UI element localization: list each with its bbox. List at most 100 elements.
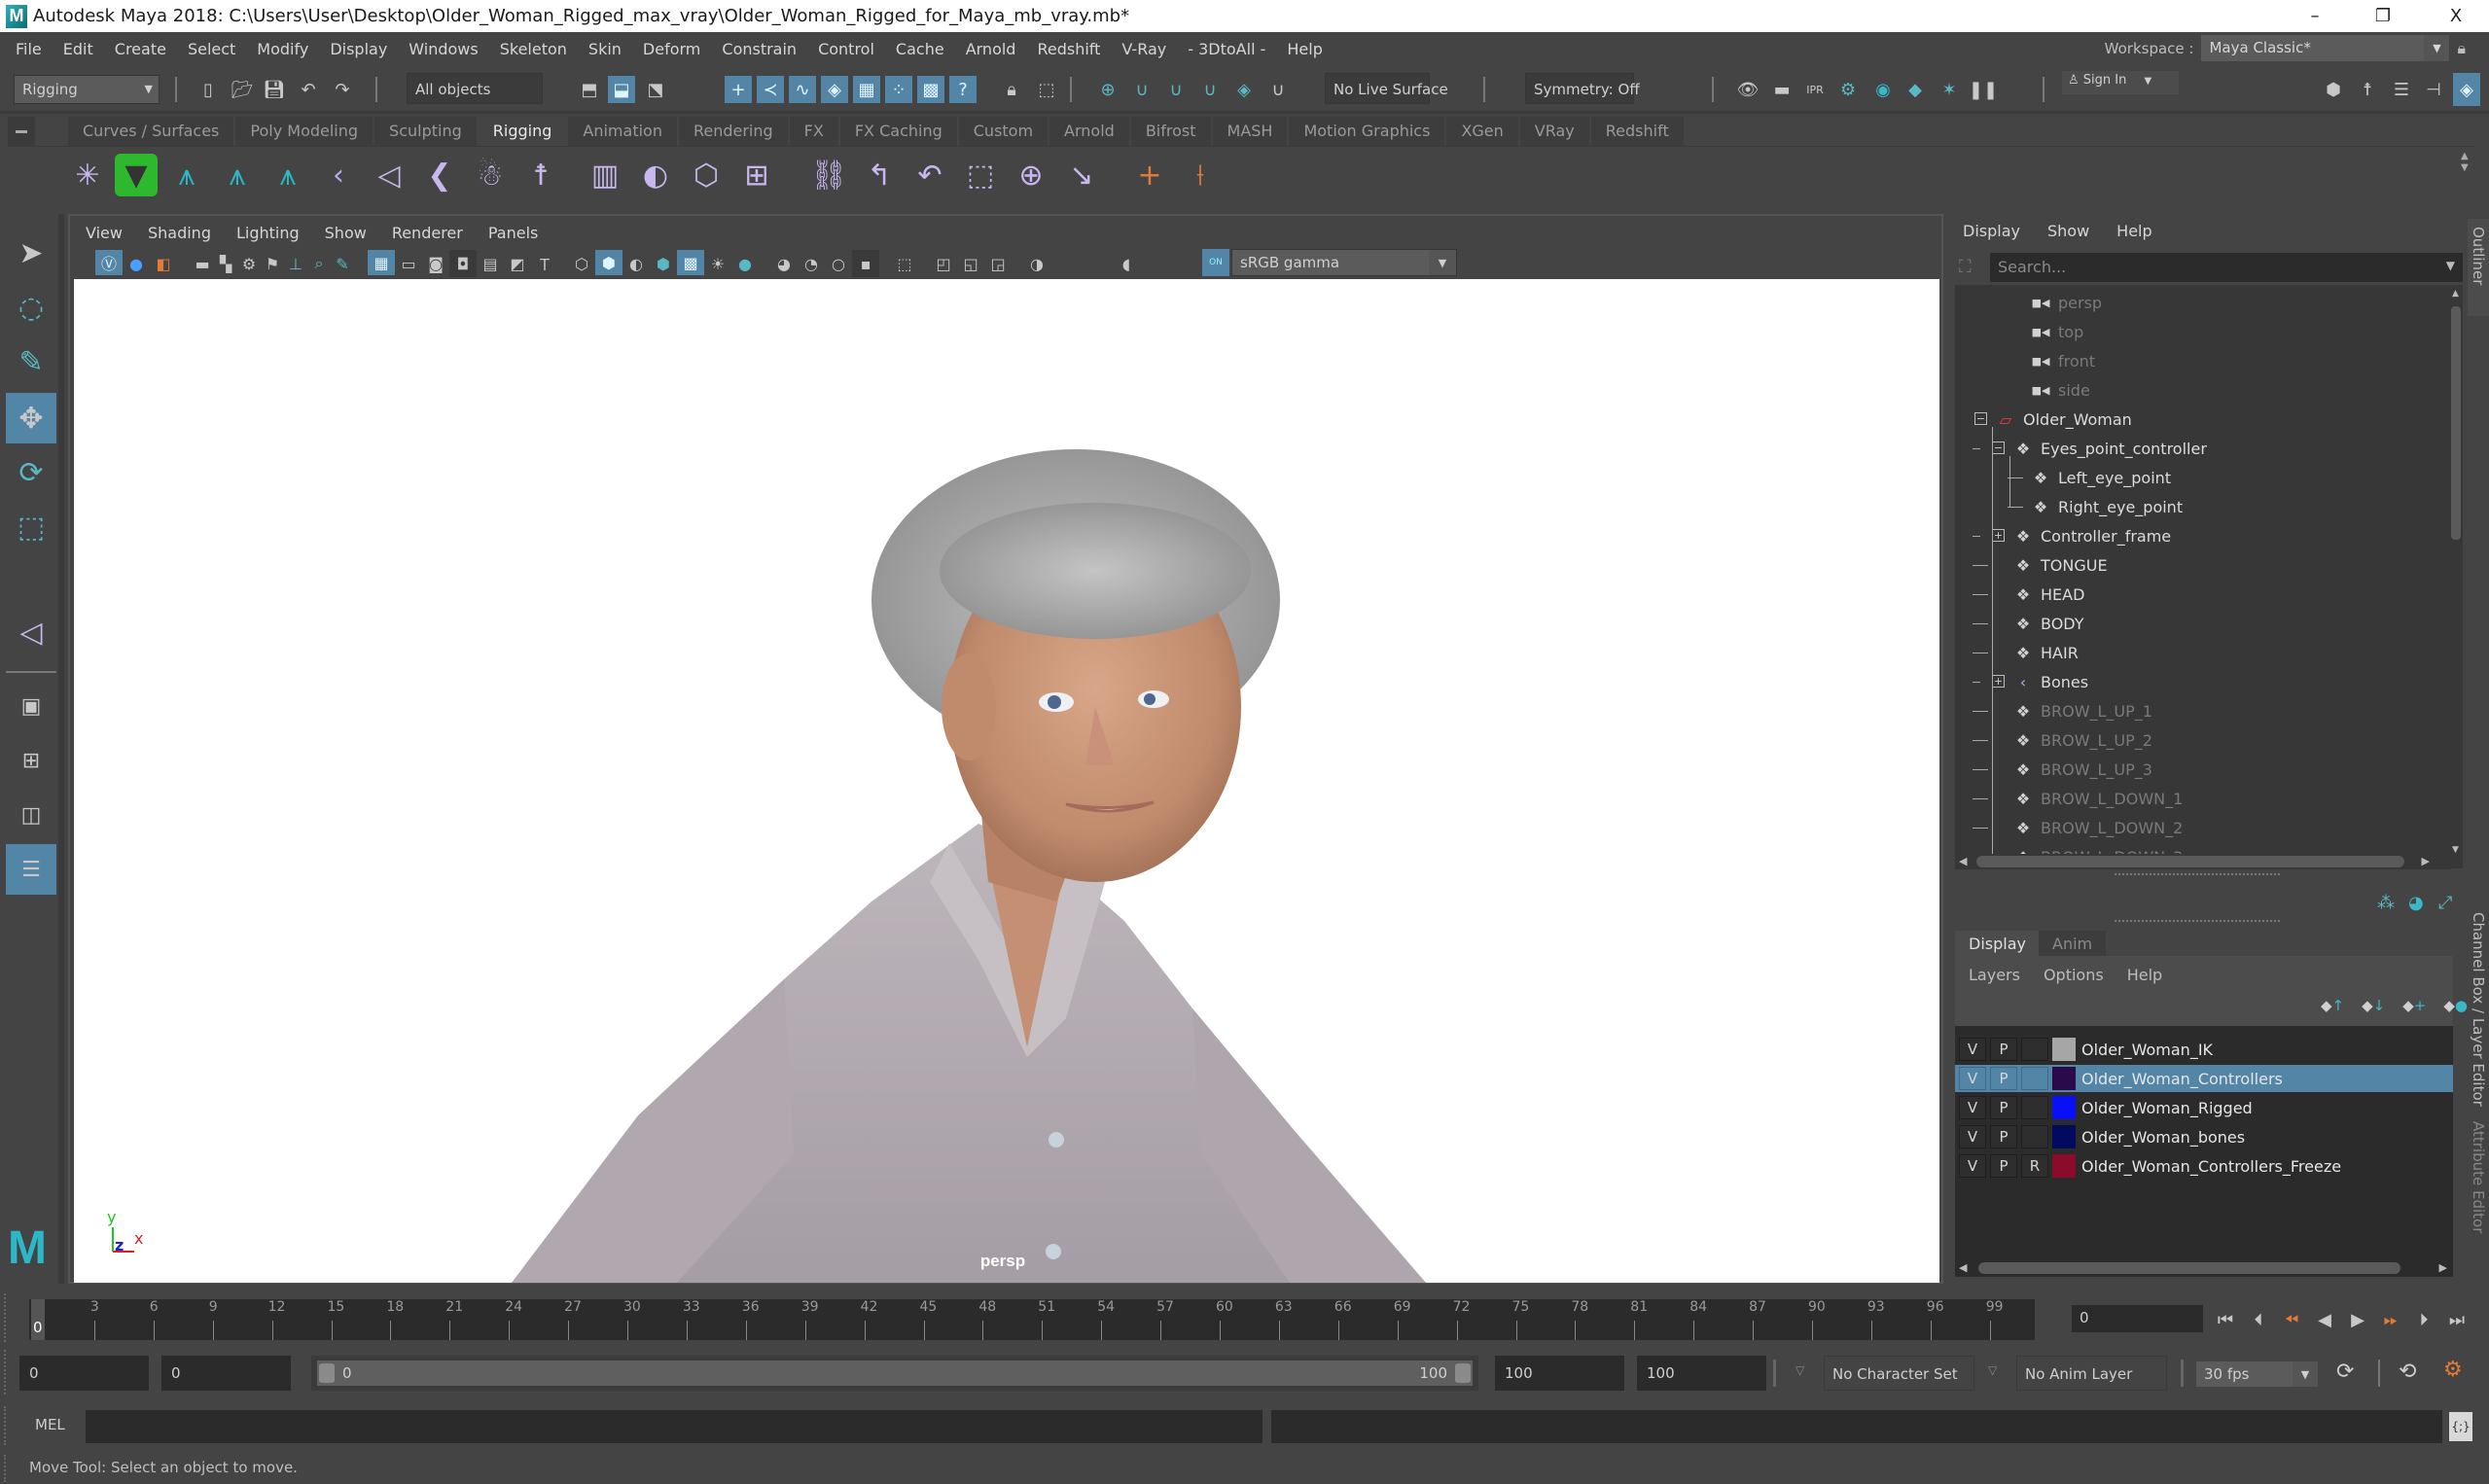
scroll-up-icon[interactable]: ▲ <box>2452 289 2459 299</box>
range-end-handle[interactable] <box>1455 1363 1471 1383</box>
viewport-menu-renderer[interactable]: Renderer <box>392 224 463 242</box>
scroll-right-icon[interactable]: ▶ <box>2439 1261 2447 1274</box>
rotate-tool-icon[interactable]: ⟳ <box>6 447 56 498</box>
shelf-tab-xgen[interactable]: XGen <box>1446 117 1520 146</box>
locator-icon[interactable]: ✳ <box>66 154 109 196</box>
layer-visibility-toggle[interactable]: V <box>1959 1067 1986 1090</box>
outliner-item[interactable]: ❖ HEAD <box>2011 581 2085 608</box>
layer-visibility-toggle[interactable]: V <box>1959 1096 1986 1119</box>
outliner-item[interactable]: ■◀ top <box>2029 318 2084 345</box>
default-material-icon[interactable]: ◐ <box>622 250 650 277</box>
shelf-tab-motion-graphics[interactable]: Motion Graphics <box>1289 117 1447 146</box>
sphere-icon[interactable]: ● <box>123 250 150 277</box>
mask-surfaces-icon[interactable]: ◈ <box>821 76 848 103</box>
shadows-icon[interactable]: ● <box>731 250 759 277</box>
menu-help[interactable]: Help <box>1287 40 1322 58</box>
layer-tab-anim[interactable]: Anim <box>2039 931 2107 956</box>
mask-rendering-icon[interactable]: ▩ <box>917 76 944 103</box>
outliner-item[interactable]: ❖ BROW_L_DOWN_2 <box>2011 814 2183 841</box>
auto-key-icon[interactable]: ⟲ <box>2399 1360 2416 1384</box>
layer-hscrollbar[interactable]: ◀ ▶ <box>1955 1259 2453 1277</box>
snap-to-view-plane-icon[interactable]: ∪ <box>1196 76 1224 103</box>
chevron-down-icon[interactable]: ▽ <box>1796 1363 1804 1377</box>
chevron-down-icon[interactable]: ▼ <box>2446 259 2455 272</box>
menu-windows[interactable]: Windows <box>409 40 478 58</box>
anti-aliasing-icon[interactable]: ○ <box>825 250 852 277</box>
layer-playback-toggle[interactable]: P <box>1990 1067 2017 1090</box>
shelf-tab-rigging[interactable]: Rigging <box>478 117 569 146</box>
timeline-grip[interactable] <box>4 1293 8 1342</box>
mask-deformations-icon[interactable]: ▦ <box>853 76 880 103</box>
paint-weights-icon[interactable]: ◐ <box>634 154 677 196</box>
orange-constraint-icon[interactable]: ⟊ <box>1179 154 1222 196</box>
layer-row[interactable]: V P R Older_Woman_Controllers_Freeze <box>1955 1152 2453 1180</box>
scroll-left-icon[interactable]: ◀ <box>1959 1261 1967 1274</box>
playback-end-field[interactable]: 100 <box>1495 1356 1624 1391</box>
scale-tool-icon[interactable]: ⬚ <box>6 502 56 552</box>
layer-playback-toggle[interactable]: P <box>1990 1154 2017 1178</box>
command-line-grip[interactable] <box>4 1406 8 1445</box>
shelf-tab-poly-modeling[interactable]: Poly Modeling <box>235 117 375 146</box>
hypershade-icon[interactable]: ◉ <box>1869 76 1897 103</box>
outliner-item[interactable]: ■◀ side <box>2029 376 2090 404</box>
pole-vector-constraint-icon[interactable]: ↘ <box>1060 154 1103 196</box>
menu-redshift[interactable]: Redshift <box>1037 40 1100 58</box>
expand-icon[interactable]: + <box>1992 675 2005 688</box>
shelf-tab-vray[interactable]: VRay <box>1519 117 1591 146</box>
outliner-item[interactable]: ❖ TONGUE <box>2011 551 2108 579</box>
command-language-label[interactable]: MEL <box>35 1416 65 1433</box>
lattice-icon[interactable]: ⬡ <box>685 154 728 196</box>
layer-hscroll-thumb[interactable] <box>1978 1262 2400 1274</box>
menu-cache[interactable]: Cache <box>896 40 944 58</box>
shelf-tab-mash[interactable]: MASH <box>1212 117 1290 146</box>
outliner-menu-help[interactable]: Help <box>2116 222 2151 240</box>
ik-handle-icon[interactable]: ◁ <box>368 154 410 196</box>
panel-resize-handle[interactable] <box>2115 920 2280 922</box>
layer-row[interactable]: V P Older_Woman_Controllers <box>1955 1065 2453 1092</box>
use-all-lights-icon[interactable]: ☀ <box>704 250 731 277</box>
shelf-mash-icon[interactable]: ⩚ <box>165 154 208 196</box>
character-controls-icon[interactable]: ☨ <box>2354 76 2381 103</box>
anim-preferences-icon[interactable]: ⚙ <box>2443 1358 2463 1382</box>
mask-joints-icon[interactable]: ≺ <box>757 76 784 103</box>
outliner-item[interactable]: ❖ Eyes_point_controller <box>2011 435 2207 462</box>
highlight-selection-icon[interactable]: ⬚ <box>1033 76 1060 103</box>
smooth-shade-icon[interactable]: ⬢ <box>595 250 622 275</box>
loop-icon[interactable]: ⟳ <box>2336 1360 2354 1384</box>
viewport-menu-shading[interactable]: Shading <box>148 224 211 242</box>
menu-deform[interactable]: Deform <box>643 40 700 58</box>
viewport-menu-panels[interactable]: Panels <box>488 224 539 242</box>
speed-icon[interactable]: ◕ <box>2408 893 2424 913</box>
depth-of-field-icon[interactable]: ▪ <box>852 250 879 277</box>
shelf-tab-curves-surfaces[interactable]: Curves / Surfaces <box>68 117 236 146</box>
live-surface-field[interactable]: No Live Surface <box>1325 73 1448 104</box>
outliner-filter-icon[interactable]: ⛶ <box>1959 257 1972 277</box>
hyper-icon[interactable]: ⤢ <box>2438 893 2452 913</box>
mask-curves-icon[interactable]: ∿ <box>789 76 816 103</box>
shelf-menu-icon[interactable] <box>16 130 27 133</box>
render-current-frame-icon[interactable]: ▬ <box>1768 76 1796 103</box>
anim-layer-dropdown[interactable]: No Anim Layer <box>2016 1356 2167 1391</box>
3dtoall-icon[interactable]: ▼ <box>115 154 158 196</box>
layer-playback-toggle[interactable]: P <box>1990 1038 2017 1061</box>
menu-skeleton[interactable]: Skeleton <box>500 40 567 58</box>
shelf-tab-arnold[interactable]: Arnold <box>1049 117 1131 146</box>
attribute-editor-side-tab[interactable]: Attribute Editor <box>2468 1113 2489 1250</box>
mask-handles-icon[interactable]: + <box>725 76 752 103</box>
shelf-tab-custom[interactable]: Custom <box>958 117 1050 146</box>
undo-icon[interactable]: ↶ <box>295 76 322 103</box>
open-render-view-icon[interactable]: 👁︎ <box>1734 76 1761 103</box>
outliner-item[interactable]: ❖ Right_eye_point <box>2029 493 2183 520</box>
xray-joints-icon[interactable]: ◲ <box>984 250 1012 277</box>
save-scene-icon[interactable]: 💾︎ <box>261 76 288 103</box>
layer-color-swatch[interactable] <box>2052 1038 2076 1061</box>
shelf-tab-rendering[interactable]: Rendering <box>678 117 790 146</box>
scroll-left-icon[interactable]: ◀ <box>1959 855 1967 867</box>
two-view-layout-icon[interactable]: ◫ <box>6 790 56 840</box>
script-editor-icon[interactable]: {;} <box>2449 1412 2472 1441</box>
expand-icon[interactable]: + <box>1992 529 2005 542</box>
layer-display-type-toggle[interactable] <box>2021 1067 2048 1090</box>
last-tool-icon[interactable]: ◁ <box>6 607 56 657</box>
command-input[interactable] <box>86 1410 1262 1443</box>
outliner-side-tab[interactable]: Outliner <box>2468 219 2489 316</box>
